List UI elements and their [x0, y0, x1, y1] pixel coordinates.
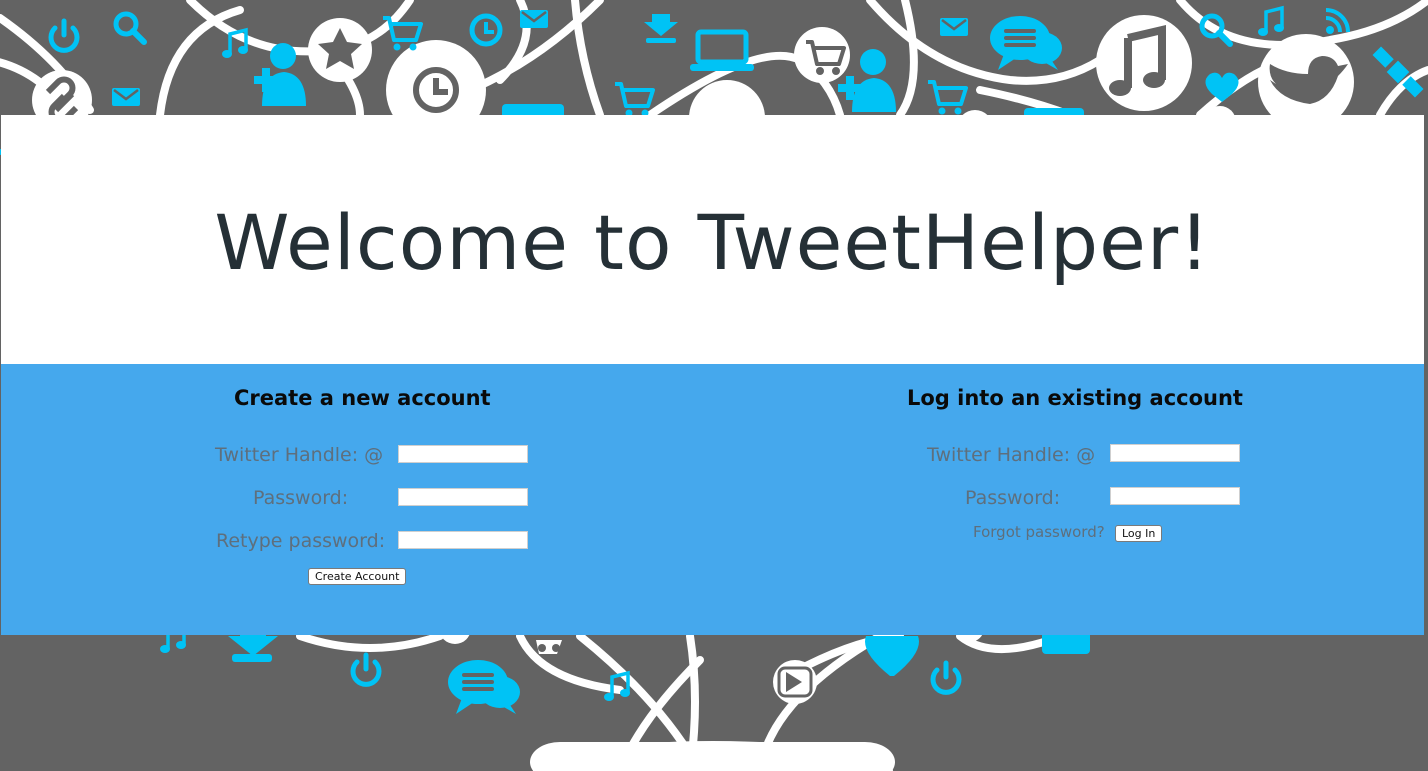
signup-retype-password-label: Retype password: — [216, 530, 386, 552]
login-panel: Log into an existing account Twitter Han… — [713, 364, 1424, 635]
login-password-label: Password: — [965, 487, 1061, 509]
create-account-button[interactable]: Create Account — [308, 568, 407, 585]
create-account-panel: Create a new account Twitter Handle: @ P… — [1, 364, 713, 635]
login-handle-input[interactable] — [1110, 444, 1240, 462]
forgot-password-link[interactable]: Forgot password? — [973, 523, 1105, 541]
page-title: Welcome to TweetHelper! — [214, 198, 1211, 287]
login-heading: Log into an existing account — [907, 386, 1243, 410]
signup-handle-input[interactable] — [398, 445, 528, 463]
page: Welcome to TweetHelper! Create a new acc… — [0, 0, 1428, 771]
signup-handle-label: Twitter Handle: @ — [215, 444, 384, 466]
signup-retype-password-input[interactable] — [398, 531, 528, 549]
signup-password-label: Password: — [253, 487, 349, 509]
login-password-input[interactable] — [1110, 487, 1240, 505]
login-handle-label: Twitter Handle: @ — [927, 444, 1096, 466]
auth-forms-band: Create a new account Twitter Handle: @ P… — [1, 364, 1424, 635]
log-in-button[interactable]: Log In — [1115, 525, 1163, 542]
signup-password-input[interactable] — [398, 488, 528, 506]
welcome-banner: Welcome to TweetHelper! — [1, 115, 1424, 364]
create-account-heading: Create a new account — [234, 386, 491, 410]
